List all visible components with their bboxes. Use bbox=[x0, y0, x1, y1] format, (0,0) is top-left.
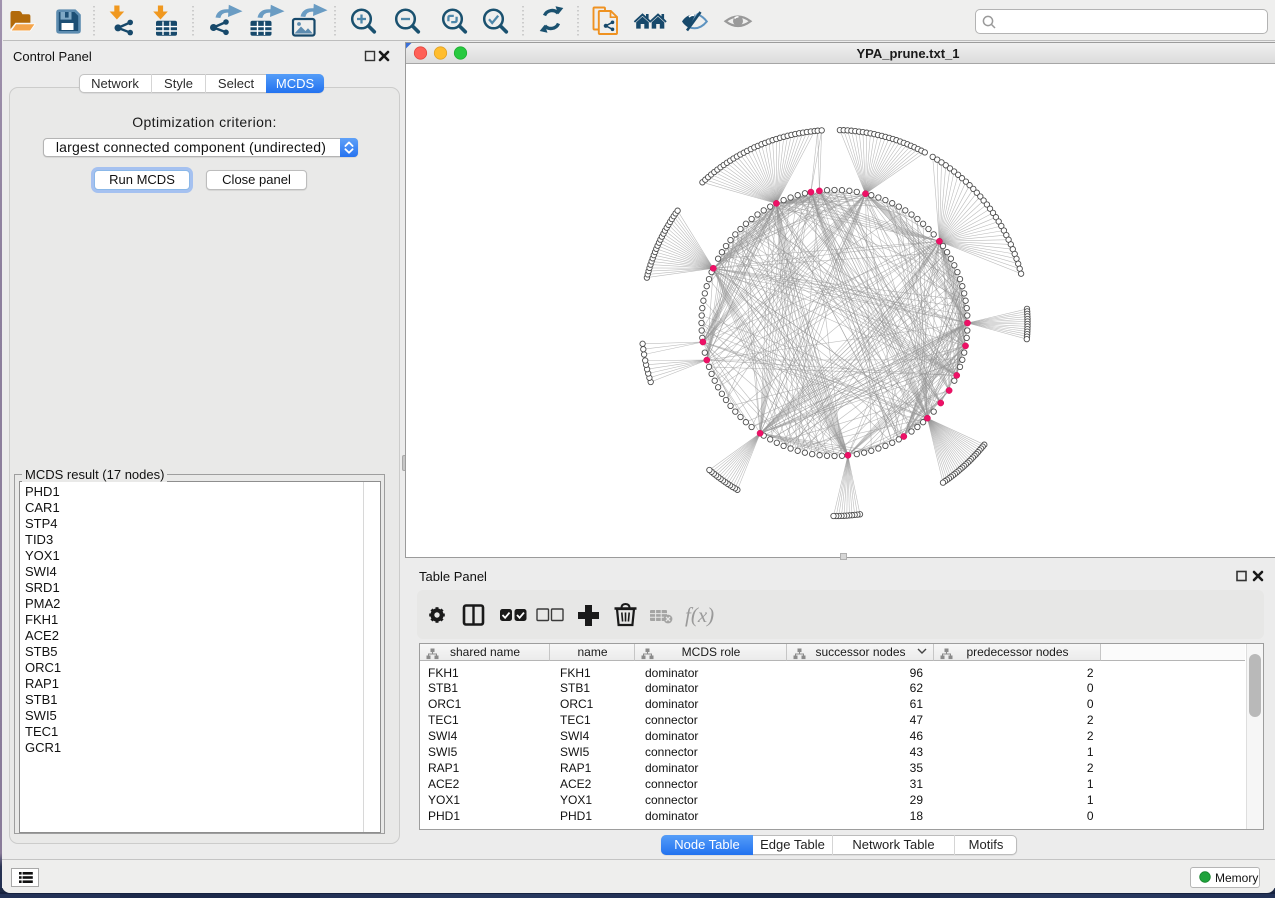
svg-text:f(x): f(x) bbox=[685, 603, 714, 627]
